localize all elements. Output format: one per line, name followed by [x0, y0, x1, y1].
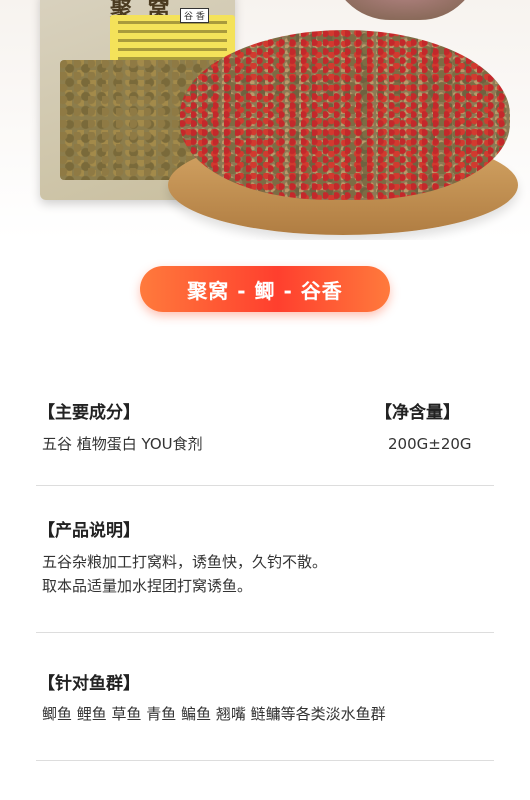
product-title-pill: 聚窝 - 鲫 - 谷香 — [140, 266, 390, 312]
ingredients-text: 五谷 植物蛋白 YOU食剂 — [42, 435, 203, 453]
description-line-2: 取本品适量加水捏团打窝诱鱼。 — [42, 577, 253, 595]
bait-pile-image — [180, 30, 510, 200]
net-weight-text: 200G±20G — [388, 435, 472, 453]
divider — [36, 760, 494, 761]
product-photo: 聚 窝 谷 香 — [0, 0, 530, 240]
product-title: 聚窝 - 鲫 - 谷香 — [187, 278, 343, 303]
ingredients-heading: 【主要成分】 — [38, 403, 140, 423]
description-heading: 【产品说明】 — [38, 521, 140, 541]
bag-tag: 谷 香 — [180, 8, 209, 23]
bait-bowl-image — [330, 0, 480, 20]
target-fish-heading: 【针对鱼群】 — [38, 674, 140, 694]
target-fish-text: 鲫鱼 鲤鱼 草鱼 青鱼 鳊鱼 翘嘴 鲢鳙等各类淡水鱼群 — [42, 705, 386, 723]
net-weight-heading: 【净含量】 — [375, 403, 460, 423]
description-line-1: 五谷杂粮加工打窝料，诱鱼快，久钓不散。 — [42, 553, 328, 571]
divider — [36, 485, 494, 486]
divider — [36, 632, 494, 633]
